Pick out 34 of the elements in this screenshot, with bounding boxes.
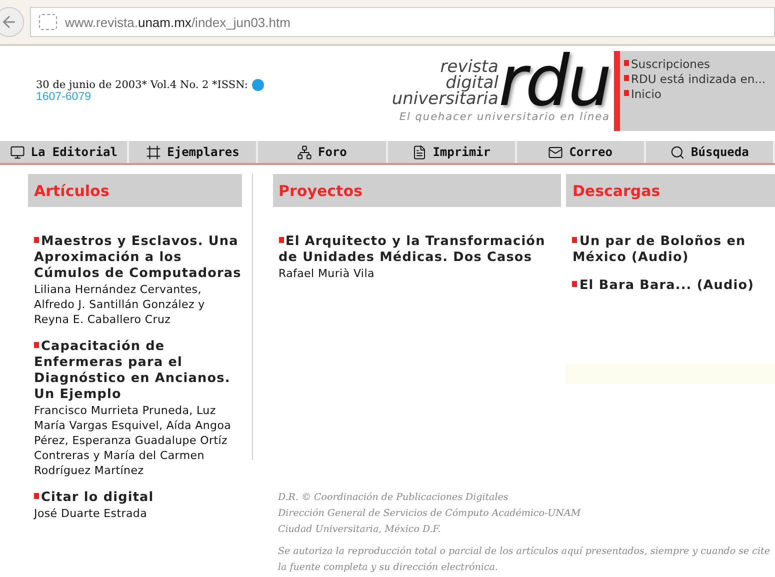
logo-word: universitaria xyxy=(392,91,498,107)
footer-credit: D.R. © Coordinación de Publicaciones Digitales xyxy=(278,491,510,505)
footer-notice: Se autoriza la reproducción total o parcial de los artículos aquí presentados, siempre y cuando se cite la fuente completa y su dirección electrónica. xyxy=(278,545,771,575)
network-icon xyxy=(296,144,312,160)
issue-info: 30 de junio de 2003* Vol.4 No. 2 *ISSN: xyxy=(36,79,248,91)
side-link[interactable]: Inicio xyxy=(624,87,775,102)
side-link[interactable]: RDU está indizada en... xyxy=(624,72,775,87)
article-link[interactable]: Capacitación de Enfermeras para el Diagnóstico en Ancianos. Un Ejemplo xyxy=(34,339,242,403)
logo-word: revista xyxy=(440,59,498,75)
article-link[interactable]: Maestros y Esclavos. Una Aproximación a los Cúmulos de Computadoras xyxy=(34,234,242,282)
logo-letters: rdu xyxy=(498,51,610,111)
page-icon xyxy=(39,14,57,30)
footer-credit: Dirección General de Servicios de Cómputo Académico-UNAM xyxy=(278,507,582,521)
section-heading: Artículos xyxy=(28,174,242,207)
search-icon xyxy=(670,144,686,160)
logo-word: digital xyxy=(446,75,498,91)
article-link[interactable]: Citar lo digital xyxy=(34,490,242,506)
logo-tagline: El quehacer universitario en línea xyxy=(399,111,610,123)
article-link[interactable]: Un par de Boloños en México (Audio) xyxy=(572,234,775,266)
article-authors: Francisco Murrieta Pruneda, Luz María Vargas Esquivel, Aída Angoa Pérez, Esperanza Guadalupe Ortíz Contreras y María del Carmen Rodríguez Martínez xyxy=(34,403,232,478)
address-bar[interactable]: www.revista.unam.mx/index_jun03.htm xyxy=(30,7,775,37)
monitor-icon xyxy=(10,144,25,160)
side-link[interactable]: Suscripciones xyxy=(624,57,775,72)
section-heading: Descargas xyxy=(566,174,775,207)
document-icon xyxy=(412,144,427,160)
back-button[interactable] xyxy=(0,7,24,37)
section-heading: Proyectos xyxy=(272,174,562,207)
article-authors: José Duarte Estrada xyxy=(34,506,148,521)
article-authors: Rafael Murià Vila xyxy=(278,266,376,281)
article-link[interactable]: El Bara Bara... (Audio) xyxy=(572,278,775,294)
article-link[interactable]: El Arquitecto y la Transformación de Unidades Médicas. Dos Casos xyxy=(278,234,562,266)
footer-credit: Ciudad Universitaria, México D.F. xyxy=(278,523,442,537)
article-authors: Liliana Hernández Cervantes, Alfredo J. Santillán González y Reyna E. Caballero Cruz xyxy=(34,282,206,327)
mail-icon xyxy=(548,144,564,160)
